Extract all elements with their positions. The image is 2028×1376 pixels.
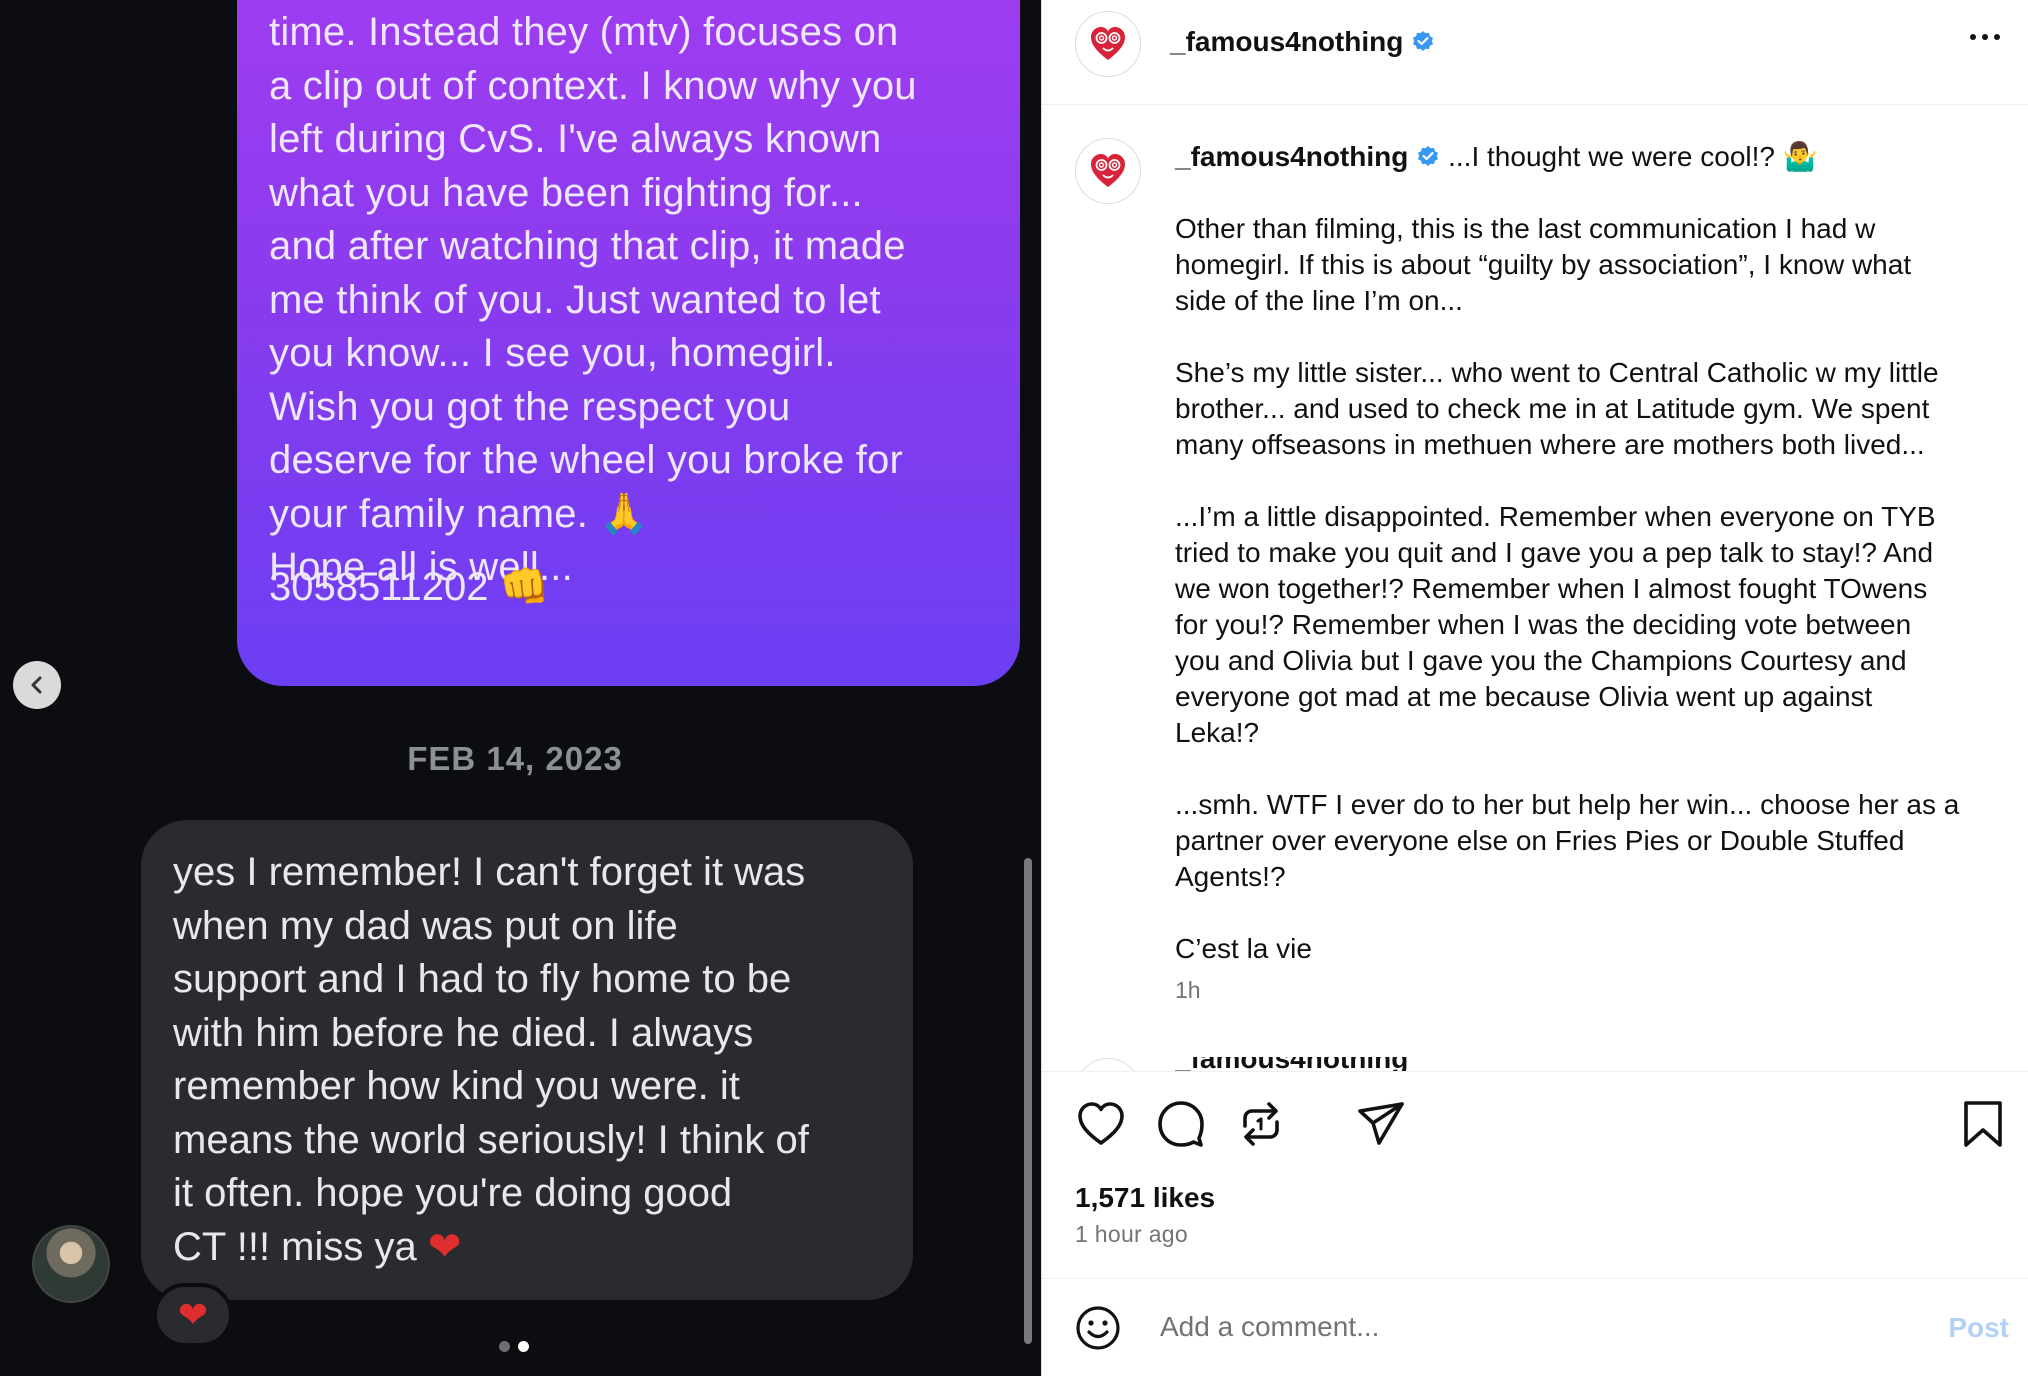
caption-avatar[interactable] xyxy=(1075,138,1141,204)
heart-icon xyxy=(1078,1102,1124,1145)
chevron-left-icon xyxy=(31,676,42,694)
incoming-message-text: yes I remember! I can't forget it was wh… xyxy=(173,846,893,1274)
sender-avatar xyxy=(32,1225,110,1303)
emoji-icon xyxy=(1076,1306,1120,1350)
like-button[interactable] xyxy=(1075,1098,1127,1150)
carousel-indicator xyxy=(499,1341,529,1352)
profile-avatar[interactable] xyxy=(1075,11,1141,77)
posted-time[interactable]: 1 hour ago xyxy=(1075,1221,1188,1248)
caption-section: _famous4nothing ...I thought we were coo… xyxy=(1042,105,2028,1071)
caption-header: _famous4nothing ...I thought we were coo… xyxy=(1175,139,1818,175)
likes-count[interactable]: 1,571 likes xyxy=(1075,1182,1215,1214)
caption-timestamp[interactable]: 1h xyxy=(1175,977,1201,1004)
media-scrollbar xyxy=(1024,858,1032,1344)
reaction-badge: ❤ xyxy=(153,1283,233,1347)
heart-logo-icon xyxy=(1091,154,1125,187)
caption-text: Other than filming, this is the last com… xyxy=(1175,213,1960,964)
verified-icon xyxy=(1413,31,1434,51)
next-comment-avatar[interactable] xyxy=(1075,1058,1141,1071)
post-header: _famous4nothing xyxy=(1042,0,2028,105)
outgoing-message-bubble: time. Instead they (mtv) focuses on a cl… xyxy=(237,0,1020,686)
carousel-prev-button[interactable] xyxy=(13,661,61,709)
caption-first-line: ...I thought we were cool!? 🤷‍♂️ xyxy=(1448,141,1818,172)
more-options-button[interactable] xyxy=(1967,30,2003,48)
comment-bar: Post xyxy=(1042,1279,2028,1376)
verified-icon xyxy=(1418,146,1439,166)
caption-username[interactable]: _famous4nothing xyxy=(1175,141,1408,172)
post-panel: _famous4nothing _famous4nothing ...I tho… xyxy=(1041,0,2028,1376)
app-root: time. Instead they (mtv) focuses on a cl… xyxy=(0,0,2028,1376)
header-username-text: _famous4nothing xyxy=(1170,26,1404,57)
heart-logo-icon xyxy=(1091,27,1125,60)
comment-button[interactable] xyxy=(1155,1098,1207,1150)
bookmark-icon xyxy=(1964,1101,2002,1147)
outgoing-phone-text: 3058511202 👊 xyxy=(269,565,550,609)
comment-input[interactable] xyxy=(1160,1301,1860,1353)
save-button[interactable] xyxy=(1957,1098,2009,1150)
carousel-dot-active xyxy=(518,1341,529,1352)
post-comment-button[interactable]: Post xyxy=(1948,1312,2009,1344)
date-separator: FEB 14, 2023 xyxy=(407,740,623,777)
post-media: time. Instead they (mtv) focuses on a cl… xyxy=(0,0,1041,1376)
header-username[interactable]: _famous4nothing xyxy=(1170,26,1435,58)
next-comment-username-text: _famous4nothing xyxy=(1175,1057,1435,1071)
repost-button[interactable] xyxy=(1235,1098,1287,1150)
incoming-message-body: yes I remember! I can't forget it was wh… xyxy=(173,850,809,1269)
share-button[interactable] xyxy=(1355,1098,1407,1150)
carousel-dot xyxy=(499,1341,510,1352)
incoming-message-bubble: yes I remember! I can't forget it was wh… xyxy=(141,820,913,1300)
share-icon xyxy=(1358,1102,1404,1145)
comment-icon xyxy=(1158,1101,1204,1147)
outgoing-message-text: time. Instead they (mtv) focuses on a cl… xyxy=(269,10,917,589)
heart-emoji: ❤ xyxy=(427,1224,462,1269)
repost-icon xyxy=(1243,1102,1279,1146)
action-bar: 1,571 likes 1 hour ago xyxy=(1042,1071,2028,1279)
emoji-button[interactable] xyxy=(1075,1305,1121,1356)
next-comment-username[interactable]: _famous4nothing xyxy=(1175,1057,1435,1071)
more-icon xyxy=(1970,34,2000,40)
